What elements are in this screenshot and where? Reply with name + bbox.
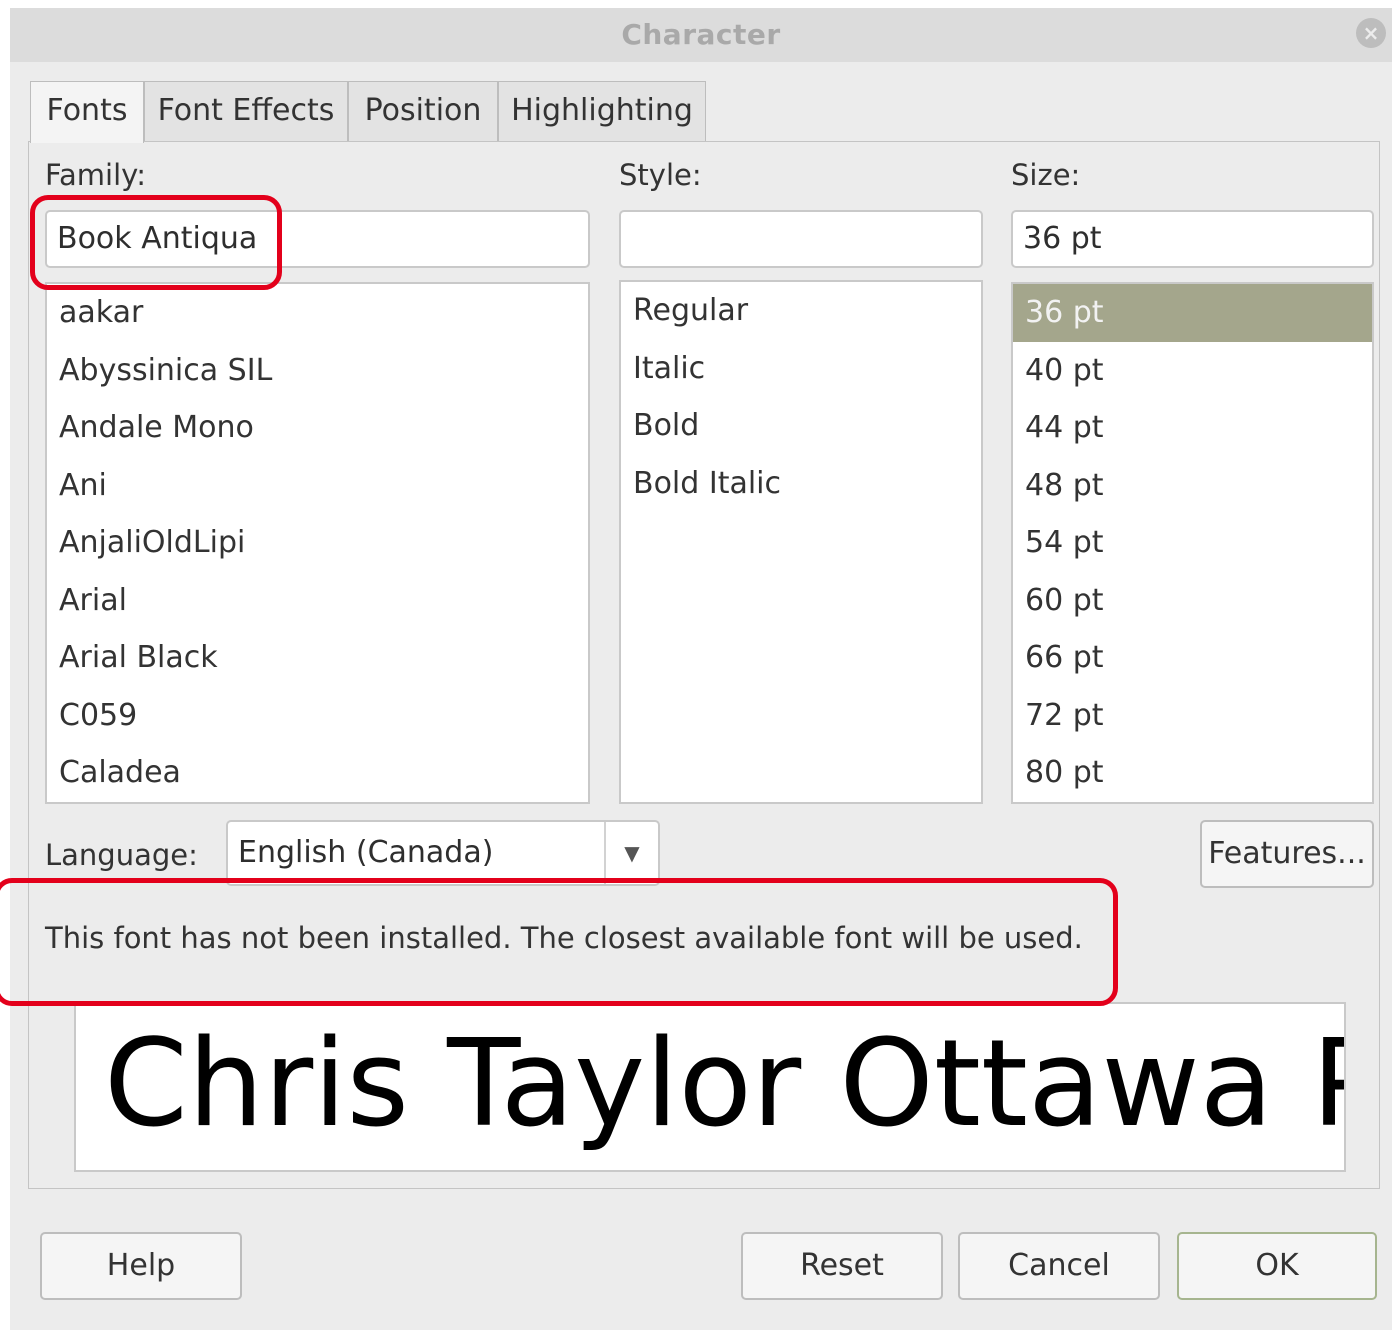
list-item[interactable]: Regular xyxy=(621,282,981,340)
chevron-down-icon[interactable]: ▼ xyxy=(604,822,658,884)
list-item[interactable]: 44 pt xyxy=(1013,399,1372,457)
list-item[interactable]: 36 pt xyxy=(1013,284,1372,342)
family-highlight-annotation xyxy=(30,195,282,290)
list-item[interactable]: 80 pt xyxy=(1013,744,1372,802)
list-item[interactable]: Arial Black xyxy=(47,629,588,687)
list-item[interactable]: 60 pt xyxy=(1013,572,1372,630)
list-item[interactable]: 72 pt xyxy=(1013,687,1372,745)
list-item[interactable]: 48 pt xyxy=(1013,457,1372,515)
size-label: Size: xyxy=(1011,158,1081,192)
list-item[interactable]: Andale Mono xyxy=(47,399,588,457)
list-item[interactable]: C059 xyxy=(47,687,588,745)
list-item[interactable]: Arial xyxy=(47,572,588,630)
ok-button[interactable]: OK xyxy=(1177,1232,1377,1300)
list-item[interactable]: Abyssinica SIL xyxy=(47,342,588,400)
title-bar: Character × xyxy=(10,8,1392,62)
list-item[interactable]: 54 pt xyxy=(1013,514,1372,572)
list-item[interactable]: Italic xyxy=(621,340,981,398)
tab-fonts[interactable]: Fonts xyxy=(30,81,144,143)
close-icon[interactable]: × xyxy=(1356,18,1386,48)
family-label: Family: xyxy=(45,158,146,192)
tab-font-effects[interactable]: Font Effects xyxy=(144,81,348,141)
list-item[interactable]: Bold xyxy=(621,397,981,455)
list-item[interactable]: aakar xyxy=(47,284,588,342)
list-item[interactable]: 40 pt xyxy=(1013,342,1372,400)
tab-highlighting[interactable]: Highlighting xyxy=(498,81,706,141)
list-item[interactable]: Ani xyxy=(47,457,588,515)
family-list[interactable]: aakar Abyssinica SIL Andale Mono Ani AnjaliO… xyxy=(45,282,590,804)
list-item[interactable]: AnjaliOldLipi xyxy=(47,514,588,572)
tab-position[interactable]: Position xyxy=(348,81,498,141)
cancel-button[interactable]: Cancel xyxy=(958,1232,1160,1300)
style-label: Style: xyxy=(619,158,702,192)
list-item[interactable]: Caladea xyxy=(47,744,588,802)
language-select[interactable]: English (Canada) ▼ xyxy=(226,820,660,886)
help-button[interactable]: Help xyxy=(40,1232,242,1300)
window-title: Character xyxy=(621,18,781,51)
list-item[interactable]: Bold Italic xyxy=(621,455,981,513)
size-list[interactable]: 36 pt 40 pt 44 pt 48 pt 54 pt 60 pt 66 pt 72 pt… xyxy=(1011,282,1374,804)
language-value: English (Canada) xyxy=(238,835,494,870)
size-input[interactable]: 36 pt xyxy=(1011,210,1374,268)
preview-text: Chris Taylor Ottawa PO xyxy=(104,1015,1346,1154)
font-preview: Chris Taylor Ottawa PO xyxy=(74,1002,1346,1172)
features-button[interactable]: Features... xyxy=(1200,820,1374,888)
reset-button[interactable]: Reset xyxy=(741,1232,943,1300)
style-input[interactable] xyxy=(619,210,983,268)
style-list[interactable]: Regular Italic Bold Bold Italic xyxy=(619,280,983,804)
language-label: Language: xyxy=(45,838,198,872)
notice-highlight-annotation xyxy=(0,878,1118,1006)
list-item[interactable]: 66 pt xyxy=(1013,629,1372,687)
